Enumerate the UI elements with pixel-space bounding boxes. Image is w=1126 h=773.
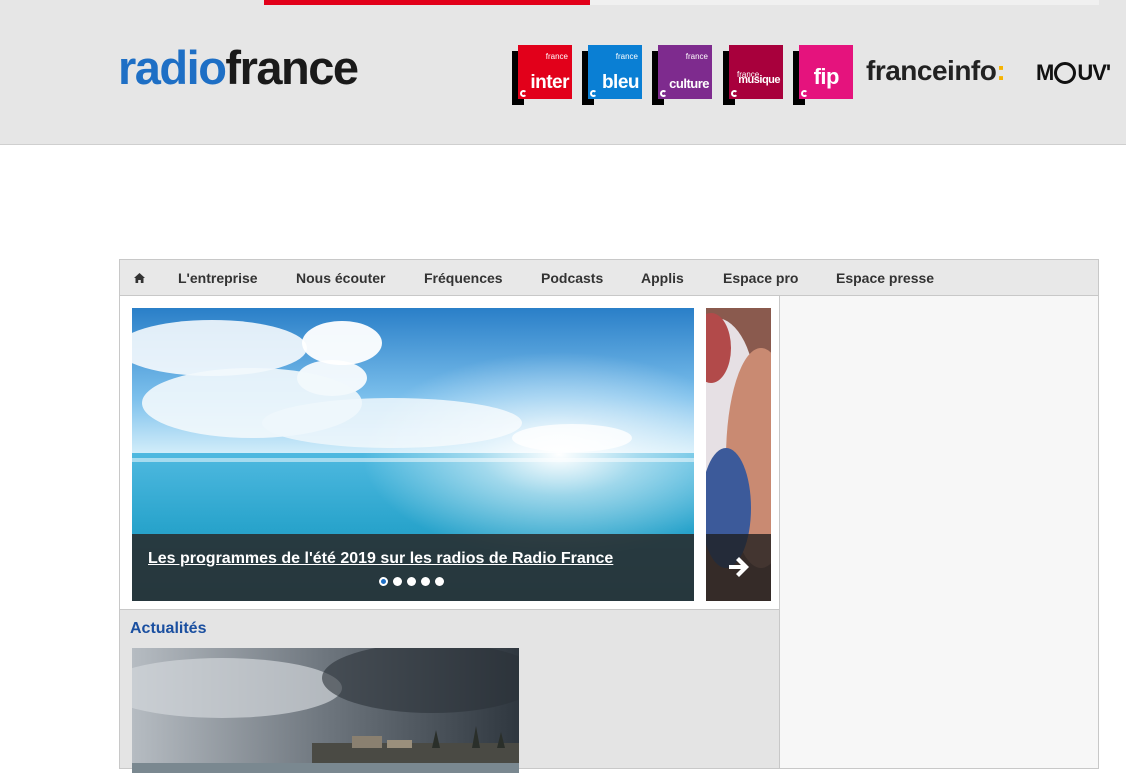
mouv-rest: UV' — [1077, 60, 1111, 85]
franceinfo-colon: : — [996, 55, 1006, 86]
station-small-label: france — [545, 52, 568, 61]
station-logo-franceinter[interactable]: france inter — [512, 45, 572, 105]
radio-wave-icon — [660, 90, 667, 97]
nav-item-espace-pro[interactable]: Espace pro — [723, 260, 798, 296]
radio-wave-icon — [590, 90, 597, 97]
slider-dot[interactable] — [393, 577, 402, 586]
mouv-o-icon — [1054, 62, 1077, 84]
station-logo-francebleu[interactable]: france bleu — [582, 45, 642, 105]
storm-coast-image — [132, 648, 519, 773]
station-name: musique — [738, 74, 780, 86]
slide-next-preview[interactable] — [706, 308, 771, 601]
station-logo-franceinfo[interactable]: franceinfo: — [866, 55, 1006, 87]
news-section-title[interactable]: Actualités — [130, 620, 206, 638]
station-name: fip — [813, 64, 840, 89]
slider-pagination — [379, 577, 449, 587]
content-container: L'entreprise Nous écouter Fréquences Pod… — [119, 259, 1099, 773]
franceinfo-label: franceinfo — [866, 55, 997, 86]
main-nav: L'entreprise Nous écouter Fréquences Pod… — [120, 260, 1098, 296]
radio-wave-icon — [801, 90, 808, 97]
station-name: culture — [669, 76, 709, 91]
progress-fill — [264, 0, 590, 5]
nav-item-espace-presse[interactable]: Espace presse — [836, 260, 934, 296]
station-name: inter — [530, 72, 569, 93]
radiofrance-logo[interactable]: radiofrance — [118, 40, 359, 96]
nav-item-frequences[interactable]: Fréquences — [424, 260, 503, 296]
slider-dot[interactable] — [379, 577, 388, 586]
hero-slider: Les programmes de l'été 2019 sur les rad… — [120, 296, 779, 610]
main-column: Les programmes de l'été 2019 sur les rad… — [120, 296, 780, 773]
sidebar-column — [780, 296, 1098, 768]
station-small-label: france — [685, 52, 708, 61]
slider-dot[interactable] — [421, 577, 430, 586]
home-icon[interactable] — [134, 273, 145, 283]
slider-dot[interactable] — [435, 577, 444, 586]
next-slide-bar — [706, 534, 771, 601]
station-small-label: france — [615, 52, 638, 61]
slide-caption-bar: Les programmes de l'été 2019 sur les rad… — [132, 534, 694, 601]
radio-wave-icon — [520, 90, 527, 97]
site-header: radiofrance france inter france bleu fra… — [0, 0, 1126, 145]
mouv-letter-m: M — [1036, 60, 1054, 85]
station-logo-fip[interactable]: fip — [793, 45, 853, 105]
slider-dot[interactable] — [407, 577, 416, 586]
station-logo-franceculture[interactable]: france culture — [652, 45, 712, 105]
nav-item-podcasts[interactable]: Podcasts — [541, 260, 603, 296]
station-logo-francemusique[interactable]: france musique — [723, 45, 783, 105]
station-logo-mouv[interactable]: M UV' — [1036, 60, 1111, 86]
nav-item-entreprise[interactable]: L'entreprise — [178, 260, 258, 296]
logo-part-radio: radio — [118, 41, 227, 94]
radio-wave-icon — [731, 90, 738, 97]
news-image-storm[interactable] — [132, 648, 519, 773]
slide-caption-link[interactable]: Les programmes de l'été 2019 sur les rad… — [148, 550, 613, 568]
page-progress-bar — [264, 0, 1099, 5]
slide-image-ocean[interactable]: Les programmes de l'été 2019 sur les rad… — [132, 308, 694, 601]
nav-item-applis[interactable]: Applis — [641, 260, 684, 296]
logo-part-france: france — [225, 41, 359, 94]
arrow-right-icon[interactable] — [726, 554, 752, 580]
nav-item-nous-ecouter[interactable]: Nous écouter — [296, 260, 385, 296]
station-name: bleu — [601, 72, 640, 93]
